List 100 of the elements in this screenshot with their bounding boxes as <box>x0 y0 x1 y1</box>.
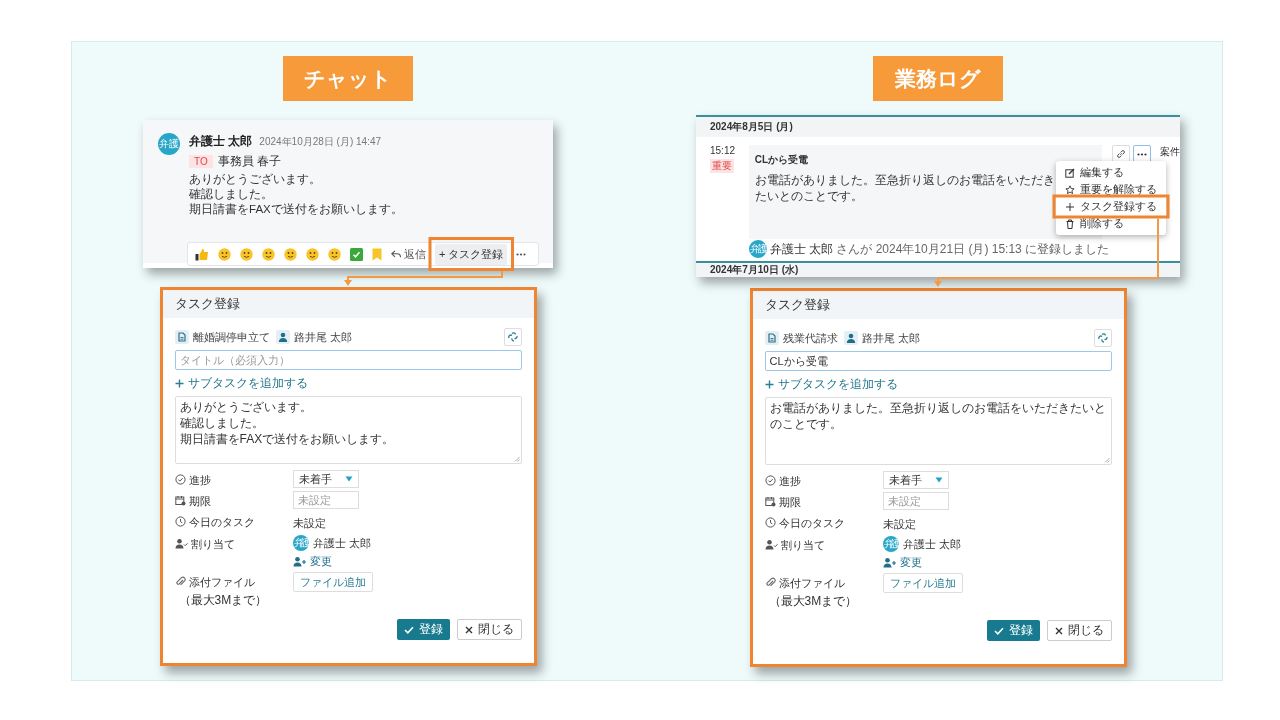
close-button[interactable]: 閉じる <box>1046 620 1112 641</box>
add-subtask-link[interactable]: サブタスクを追加する <box>764 376 1112 393</box>
reply-button[interactable]: 返信 <box>391 246 426 262</box>
document-icon <box>174 330 189 344</box>
reply-icon <box>391 250 401 258</box>
change-link[interactable]: 変更 <box>292 554 332 569</box>
assignee-name: 弁護士 太郎 <box>902 536 961 552</box>
field-label: 期限 <box>188 494 211 509</box>
unlink-icon <box>1096 332 1109 344</box>
avatar: 弁護 <box>882 536 899 552</box>
memo-text: 確認しました。 <box>179 415 265 431</box>
paperclip-icon <box>174 576 186 587</box>
document-icon <box>764 331 779 345</box>
bookmark-icon <box>372 247 382 261</box>
unlink-button[interactable] <box>1093 329 1112 347</box>
unlink-button[interactable] <box>503 328 522 346</box>
calendar-icon <box>764 496 776 507</box>
register-button[interactable]: 登録 <box>396 619 450 640</box>
caret-icon <box>934 477 943 483</box>
emoji-icon <box>240 247 253 261</box>
resize-grip-icon <box>1103 457 1110 463</box>
avatar: 弁護 <box>292 535 309 551</box>
plus-icon <box>764 380 774 389</box>
emoji-icon <box>328 247 341 261</box>
change-link[interactable]: 変更 <box>882 555 922 570</box>
title-field[interactable]: タイトル（必須入力） <box>174 350 522 370</box>
link-icon <box>1116 149 1126 159</box>
memo-text: ありがとうございます。 <box>179 399 313 415</box>
person-check-icon <box>174 538 188 549</box>
trash-icon <box>1065 218 1075 229</box>
dialog-title: タスク登録 <box>174 295 240 313</box>
section-label: チャット <box>283 56 413 101</box>
memo-text: お電話がありました。至急折り返しのお電話をいただきたいとのことです。 <box>769 400 1107 432</box>
memo-field[interactable]: お電話がありました。至急折り返しのお電話をいただきたいとのことです。 <box>764 397 1112 465</box>
field-label: 割り当て <box>780 538 825 553</box>
close-icon <box>1054 626 1063 635</box>
field-label: 添付ファイル <box>188 575 256 590</box>
thumbs-up-icon <box>195 247 209 261</box>
recipient-name: 事務員 春子 <box>217 154 281 169</box>
case-name: 残業代請求 <box>782 330 838 346</box>
person-add-icon <box>882 557 897 568</box>
field-label: 進捗 <box>778 474 801 489</box>
date-header: 2024年7月10日 (水) <box>696 261 1180 277</box>
close-icon <box>464 625 473 634</box>
add-file-button[interactable]: ファイル追加 <box>882 573 963 593</box>
client-name: 路井尾 太郎 <box>861 330 920 346</box>
size-note: （最大3Mまで） <box>768 593 858 610</box>
size-note: （最大3Mまで） <box>178 592 268 609</box>
message-line: ありがとうございます。 <box>189 172 322 187</box>
field-label: 今日のタスク <box>188 515 255 530</box>
person-add-icon <box>292 556 307 567</box>
author-name: 弁護士 太郎 <box>770 240 834 258</box>
timestamp: 2024年10月28日 (月) 14:47 <box>259 135 382 149</box>
add-file-button[interactable]: ファイル追加 <box>292 572 373 592</box>
memo-field[interactable]: ありがとうございます。 確認しました。 期日請書をFAXで送付をお願いします。 <box>174 396 522 464</box>
more-icon <box>1137 152 1147 156</box>
register-button[interactable]: 登録 <box>986 620 1040 641</box>
add-subtask-link[interactable]: サブタスクを追加する <box>174 375 522 392</box>
field-label: 期限 <box>778 495 801 510</box>
avatar: 弁護 <box>158 133 180 155</box>
star-icon <box>1065 184 1075 195</box>
message-line: 期日請書をFAXで送付をお願いします。 <box>189 202 403 217</box>
progress-select[interactable]: 未着手 <box>882 471 949 489</box>
task-register-button[interactable]: + タスク登録 <box>435 243 508 265</box>
entry-title: CLから受電 <box>754 153 810 167</box>
entry-time: 15:12 <box>710 145 736 156</box>
clock-icon <box>764 517 776 528</box>
registration-note: さんが 2024年10月21日 (月) 15:13 に登録しました <box>836 240 1110 258</box>
field-label: 進捗 <box>188 473 211 488</box>
close-button[interactable]: 閉じる <box>456 619 522 640</box>
check-circle-icon <box>174 474 186 485</box>
section-label: 業務ログ <box>873 56 1003 101</box>
entry-text: お電話がありました。至急折り返しのお電話をいただきたいとのことです。 <box>754 172 1055 204</box>
emoji-icon <box>262 247 275 261</box>
memo-text: 期日請書をFAXで送付をお願いします。 <box>179 431 396 447</box>
column-label: 案件 <box>1160 145 1180 159</box>
emoji-icon <box>306 247 319 261</box>
edit-icon <box>1065 167 1075 178</box>
dialog-title: タスク登録 <box>764 296 830 314</box>
client-name: 路井尾 太郎 <box>293 329 352 345</box>
emoji-icon <box>218 247 231 261</box>
caret-icon <box>344 476 353 482</box>
plus-icon <box>1065 201 1075 212</box>
person-icon <box>843 331 858 345</box>
menu-item[interactable]: 編集する <box>1056 164 1166 181</box>
title-field[interactable]: CLから受電 <box>764 351 1112 371</box>
menu-item[interactable]: 重要を解除する <box>1056 181 1166 198</box>
person-check-icon <box>764 539 778 550</box>
plus-icon <box>174 379 184 388</box>
emoji-icon <box>284 247 297 261</box>
clock-icon <box>174 516 186 527</box>
menu-item[interactable]: タスク登録する <box>1056 198 1166 215</box>
author-name: 弁護士 太郎 <box>189 133 253 150</box>
paperclip-icon <box>764 577 776 588</box>
message-line: 確認しました。 <box>189 187 274 202</box>
menu-item[interactable]: 削除する <box>1056 215 1166 232</box>
field-value: 未設定 <box>292 516 326 531</box>
progress-select[interactable]: 未着手 <box>292 470 359 488</box>
more-icon <box>516 252 527 256</box>
date-header: 2024年8月5日 (月) <box>696 117 1180 137</box>
